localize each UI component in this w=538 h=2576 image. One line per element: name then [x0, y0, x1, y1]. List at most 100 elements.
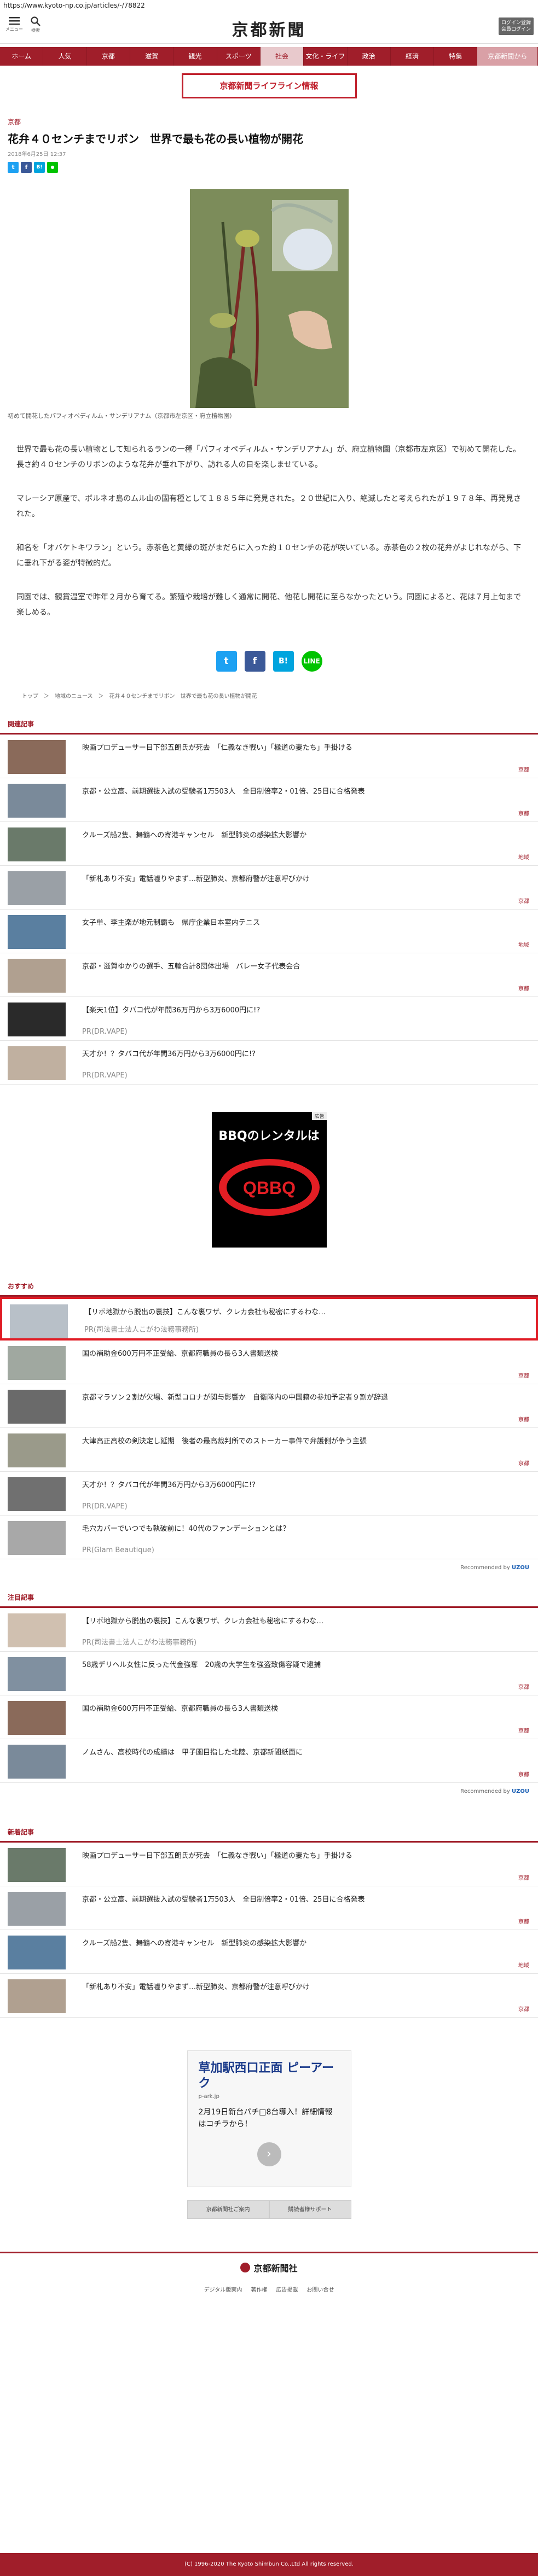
svg-text:QBBQ: QBBQ — [243, 1178, 296, 1198]
recommend-heading: おすすめ — [0, 1281, 538, 1297]
lifeline-banner[interactable]: 京都新聞ライフライン情報 — [181, 73, 357, 98]
thumbnail-image — [8, 871, 66, 905]
footer-logo[interactable]: 京都新聞社 — [0, 2261, 538, 2274]
list-item[interactable]: ノムさん、高校時代の成績は 甲子園目指した北陸、京都新聞紙面に京都 — [0, 1739, 538, 1783]
list-item[interactable]: 映画プロデューサー日下部五朗氏が死去 「仁義なき戦い」「極道の妻たち」手掛ける京… — [0, 1843, 538, 1886]
list-item[interactable]: 天才か！？タバコ代が年間36万円から3万6000円に!? PR(DR.VAPE) — [0, 1041, 538, 1085]
facebook-share-button[interactable]: f — [21, 162, 32, 173]
nav-item[interactable]: 人気 — [43, 47, 87, 66]
bbq-ad[interactable]: 広告 BBQのレンタルは QBBQ — [211, 1112, 327, 1248]
list-item[interactable]: 天才か！？タバコ代が年間36万円から3万6000円に!? PR(DR.VAPE) — [0, 1472, 538, 1516]
list-item[interactable]: 京都・公立高、前期選抜入試の受験者1万503人 全日制倍率2・01倍、25日に合… — [0, 1886, 538, 1930]
article-title: 花弁４０センチまでリボン 世界で最も花の長い植物が開花 — [8, 132, 303, 145]
chevron-right-icon[interactable]: › — [257, 2142, 281, 2166]
footer-link[interactable]: 広告掲載 — [276, 2285, 298, 2293]
list-item-tag: 京都 — [518, 1772, 529, 1778]
line-share-button[interactable]: ● — [47, 162, 58, 173]
list-item[interactable]: 【リボ地獄から脱出の裏技】こんな裏ワザ、クレカ会社も秘密にするわな… PR(司法書… — [0, 1297, 538, 1341]
login-button[interactable]: ログイン登録 会員ログイン — [499, 18, 534, 35]
line-share-button[interactable]: LINE — [301, 651, 322, 672]
list-item[interactable]: 【楽天1位】タバコ代が年間36万円から3万6000円に!? PR(DR.VAPE) — [0, 997, 538, 1041]
list-item[interactable]: 国の補助金600万円不正受給、京都府職員の長ら3人書類送検 京都 — [0, 1695, 538, 1739]
url-bar[interactable]: https://www.kyoto-np.co.jp/articles/-/78… — [0, 0, 538, 11]
list-item-title: 国の補助金600万円不正受給、京都府職員の長ら3人書類送検 — [82, 1350, 279, 1358]
list-item[interactable]: 京都・公立高、前期選抜入試の受験者1万503人 全日制倍率2・01倍、25日に合… — [0, 778, 538, 822]
list-item-tag: 京都 — [518, 1685, 529, 1691]
list-item[interactable]: 女子単、李主楽が地元制覇も 県庁企業日本室内テニス 地域 — [0, 910, 538, 953]
article-paragraph: 和名を「オバケトキワラン」という。赤茶色と黄緑の斑がまだらに入った約１０センチの… — [16, 544, 522, 568]
list-item-title: 「新札あり不安」電話嘘りやまず…新型肺炎、京都府警が注意呼びかけ — [82, 875, 310, 883]
attention-list: 【リボ地獄から脱出の裏技】こんな裏ワザ、クレカ会社も秘密にするわな… PR(司法書… — [0, 1608, 538, 1783]
site-header: メニュー 検索 京都新聞 ログイン登録 会員ログイン — [0, 11, 538, 44]
ad-headline: BBQのレンタルは — [218, 1129, 320, 1143]
list-item[interactable]: クルーズ船2隻、舞鶴への寄港キャンセル 新型肺炎の感染拡大影響か 地域 — [0, 822, 538, 866]
list-item-title: 58歳デリヘル女性に反った代金強奪 20歳の大学生を強盗致傷容疑で逮捕 — [82, 1661, 321, 1669]
footer-link[interactable]: お問い合せ — [306, 2285, 334, 2293]
list-item[interactable]: 京都マラソン２割が欠場、新型コロナが関与影響か 自衛隊内の中国籍の参加予定者９割… — [0, 1384, 538, 1428]
nav-item[interactable]: 政治 — [348, 47, 391, 66]
list-item[interactable]: 「新札あり不安」電話嘘りやまず…新型肺炎、京都府警が注意呼びかけ 京都 — [0, 1974, 538, 2018]
nav-item[interactable]: ホーム — [0, 47, 44, 66]
list-item-tag: 京都 — [518, 767, 529, 773]
list-item-tag: 京都 — [518, 1461, 529, 1467]
nav-item[interactable]: 社会 — [260, 47, 304, 66]
thumbnail-image — [8, 1701, 66, 1735]
list-item-title: 京都・公立高、前期選抜入試の受験者1万503人 全日制倍率2・01倍、25日に合… — [82, 788, 365, 796]
footer-link[interactable]: 著作権 — [251, 2285, 267, 2293]
nav-item[interactable]: 京都 — [87, 47, 130, 66]
list-item-title: ノムさん、高校時代の成績は 甲子園目指した北陸、京都新聞紙面に — [82, 1749, 303, 1757]
list-item-tag: PR(DR.VAPE) — [82, 1028, 128, 1036]
list-item[interactable]: 京都・滋賀ゆかりの選手、五輪合計8団体出場 バレー女子代表会合 京都 — [0, 953, 538, 997]
list-item-tag: 京都 — [518, 1417, 529, 1423]
list-item-title: 京都・滋賀ゆかりの選手、五輪合計8団体出場 バレー女子代表会合 — [82, 963, 300, 971]
list-item-tag: 京都 — [518, 1373, 529, 1379]
related-list: 映画プロデューサー日下部五朗氏が死去 「仁義なき戦い」「極道の妻たち」手掛ける京… — [0, 735, 538, 1085]
list-item-tag: PR(DR.VAPE) — [82, 1502, 128, 1511]
nav-item[interactable]: スポーツ — [217, 47, 261, 66]
ad-body: 2月19日新台パチ□8台導入！詳細情報はコチラから！ — [198, 2108, 333, 2129]
facebook-icon: f — [25, 164, 28, 171]
hatena-share-button[interactable]: B! — [34, 162, 45, 173]
company-logo-icon — [240, 2263, 251, 2272]
list-item[interactable]: 毛穴カバーでいつでも執破前に！40代のファンデーションとは？ PR(Glam Be… — [0, 1516, 538, 1559]
footer-link[interactable]: デジタル版案内 — [204, 2285, 242, 2293]
list-item-tag: 京都 — [518, 1875, 529, 1881]
list-item[interactable]: 大津高正高校の剣決定し延期 後者の最高裁判所でのストーカー事件で弁護側が争う主張… — [0, 1428, 538, 1472]
list-item-title: 「新札あり不安」電話嘘りやまず…新型肺炎、京都府警が注意呼びかけ — [82, 1983, 310, 1991]
list-item-tag: PR(Glam Beautique) — [82, 1546, 154, 1554]
ad-title: 草加駅西口正面 ピーアーク — [198, 2061, 334, 2090]
article-category[interactable]: 京都 — [0, 98, 538, 126]
nav-item[interactable]: 観光 — [173, 47, 217, 66]
list-item[interactable]: 「新札あり不安」電話嘘りやまず…新型肺炎、京都府警が注意呼びかけ京都 — [0, 866, 538, 910]
recommend-list: 【リボ地獄から脱出の裏技】こんな裏ワザ、クレカ会社も秘密にするわな… PR(司法書… — [0, 1297, 538, 1559]
twitter-share-button[interactable]: t — [8, 162, 19, 173]
company-info-button[interactable]: 京都新聞社ご案内 — [187, 2200, 269, 2219]
list-item-tag: 京都 — [518, 899, 529, 905]
thumbnail-image — [8, 740, 66, 774]
list-item-tag: 地域 — [518, 1963, 529, 1969]
list-item-title: 映画プロデューサー日下部五朗氏が死去 「仁義なき戦い」「極道の妻たち」手掛ける — [82, 1852, 352, 1860]
site-logo[interactable]: 京都新聞 — [0, 16, 538, 40]
list-item-tag: PR(司法書士法人こがわ法務事務所) — [82, 1639, 197, 1647]
list-item[interactable]: 【リボ地獄から脱出の裏技】こんな裏ワザ、クレカ会社も秘密にするわな… PR(司法書… — [0, 1608, 538, 1652]
subscriber-support-button[interactable]: 購読者様サポート — [269, 2200, 351, 2219]
twitter-share-button[interactable]: t — [216, 651, 237, 672]
nav-item[interactable]: 特集 — [434, 47, 478, 66]
pachinko-ad[interactable]: 草加駅西口正面 ピーアーク p-ark.jp 2月19日新台パチ□8台導入！詳細… — [187, 2050, 351, 2187]
nav-item[interactable]: 経済 — [391, 47, 435, 66]
latest-list: 映画プロデューサー日下部五朗氏が死去 「仁義なき戦い」「極道の妻たち」手掛ける京… — [0, 1843, 538, 2018]
list-item[interactable]: 映画プロデューサー日下部五朗氏が死去 「仁義なき戦い」「極道の妻たち」手掛ける京… — [0, 735, 538, 778]
list-item[interactable]: 国の補助金600万円不正受給、京都府職員の長ら3人書類送検京都 — [0, 1341, 538, 1384]
thumbnail-image — [8, 1003, 66, 1036]
nav-item[interactable]: 京都新聞から — [477, 47, 538, 66]
attention-section: 注目記事 【リボ地獄から脱出の裏技】こんな裏ワザ、クレカ会社も秘密にするわな… P… — [0, 1593, 538, 1794]
hatena-share-button[interactable]: B! — [273, 651, 294, 672]
nav-item[interactable]: 滋賀 — [130, 47, 174, 66]
facebook-share-button[interactable]: f — [244, 651, 265, 672]
breadcrumb[interactable]: トップ ＞ 地域のニュース ＞ 花弁４０センチまでリボン 世界で最も花の長い植物… — [0, 672, 538, 700]
nav-item[interactable]: 文化・ライフ — [304, 47, 348, 66]
list-item-tag: 京都 — [518, 1728, 529, 1734]
list-item[interactable]: 58歳デリヘル女性に反った代金強奪 20歳の大学生を強盗致傷容疑で逮捕京都 — [0, 1652, 538, 1695]
list-item[interactable]: クルーズ船2隻、舞鶴への寄港キャンセル 新型肺炎の感染拡大影響か 地域 — [0, 1930, 538, 1974]
orchid-photo-illustration — [189, 189, 349, 408]
